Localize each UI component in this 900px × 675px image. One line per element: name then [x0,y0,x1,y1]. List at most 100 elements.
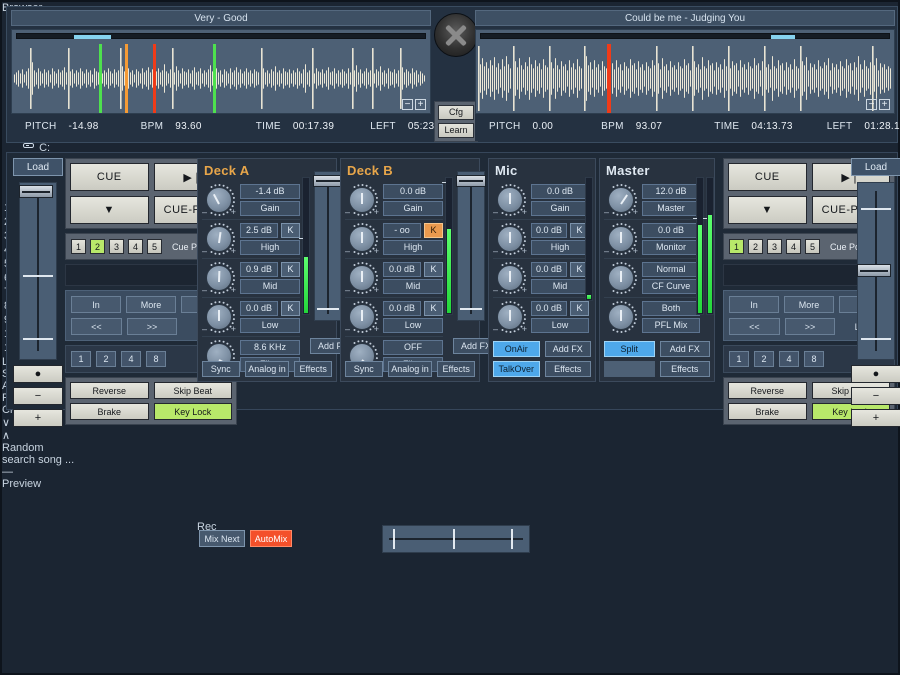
deck-b-cue-button[interactable]: CUE [728,163,807,191]
deck-b-zoom-out-icon[interactable]: − [866,99,877,110]
deck-a-pitch-reset-button[interactable]: ● [13,365,63,383]
deck-b-gain-value[interactable]: 0.0 dB [383,184,443,199]
deck-b-reverse-button[interactable]: Reverse [728,382,807,399]
deck-a-cue-marker-green-1[interactable] [99,44,102,113]
master-monitor-knob[interactable]: – + [604,222,638,256]
master-effects-button[interactable]: Effects [660,361,711,377]
deck-a-load-button[interactable]: Load [13,158,63,176]
deck-a-pitch-handle[interactable] [19,185,53,198]
mic-gain-value[interactable]: 0.0 dB [531,184,589,199]
deck-a-beat-1-button[interactable]: 1 [71,351,91,367]
deck-a-playhead-marker[interactable] [153,44,156,113]
deck-a-zoom-out-icon[interactable]: − [402,99,413,110]
deck-a-pitch-fader[interactable] [19,182,57,360]
deck-b-waveform-scroll-thumb[interactable] [771,35,795,39]
mic-talk-over-button[interactable]: TalkOver [493,361,540,377]
deck-b-zoom-in-icon[interactable]: + [879,99,890,110]
deck-a-filter-value[interactable]: 8.6 KHz [240,340,300,355]
cfg-button[interactable]: Cfg [438,105,474,120]
search-mode-button[interactable]: — [2,466,44,478]
deck-b-brake-button[interactable]: Brake [728,403,807,420]
master-add-fx-button[interactable]: Add FX [660,341,711,357]
deck-a-waveform-display[interactable]: − + [11,29,431,114]
deck-b-filter-value[interactable]: OFF [383,340,443,355]
deck-a-volume-handle[interactable] [313,175,343,187]
crossfader-handle[interactable] [481,524,491,554]
deck-a-high-kill-button[interactable]: K [281,223,300,238]
deck-a-loop-in-button[interactable]: In [71,296,121,313]
deck-a-cue-point-5[interactable]: 5 [147,239,162,254]
deck-b-pitch-minus-button[interactable]: − [851,387,900,405]
mic-low-kill-button[interactable]: K [570,301,589,316]
deck-a-low-knob[interactable]: – + [202,300,236,334]
deck-b-loop-prev-button[interactable]: << [729,318,780,335]
deck-a-loop-prev-button[interactable]: << [71,318,122,335]
deck-b-waveform-display[interactable]: − + [475,29,895,114]
master-pfl-knob[interactable] [604,300,638,334]
deck-a-beat-4-button[interactable]: 4 [121,351,141,367]
deck-a-load-track-button[interactable]: ▼ [70,196,149,224]
search-input[interactable]: search song ... [2,454,898,466]
deck-a-low-kill-button[interactable]: K [281,301,300,316]
deck-a-analog-in-button[interactable]: Analog in [245,361,290,377]
deck-a-brake-button[interactable]: Brake [70,403,149,420]
deck-b-loop-next-button[interactable]: >> [785,318,836,335]
deck-b-low-knob[interactable]: – + [345,300,379,334]
deck-b-mid-knob[interactable]: – + [345,261,379,295]
deck-a-cue-point-1[interactable]: 1 [71,239,86,254]
deck-a-cue-marker-green-2[interactable] [213,44,216,113]
deck-b-analog-in-button[interactable]: Analog in [388,361,433,377]
deck-b-cue-point-3[interactable]: 3 [767,239,782,254]
deck-a-waveform-scrollbar[interactable] [16,33,426,39]
deck-a-cue-point-4[interactable]: 4 [128,239,143,254]
deck-a-pitch-plus-button[interactable]: + [13,409,63,427]
mic-gain-knob[interactable]: – + [493,183,527,217]
deck-b-cue-point-2[interactable]: 2 [748,239,763,254]
deck-a-pitch-minus-button[interactable]: − [13,387,63,405]
master-level-value[interactable]: 12.0 dB [642,184,700,199]
mic-on-air-button[interactable]: OnAir [493,341,540,357]
mic-low-knob[interactable]: – + [493,300,527,334]
mic-add-fx-button[interactable]: Add FX [545,341,592,357]
deck-b-beat-4-button[interactable]: 4 [779,351,799,367]
master-level-knob[interactable]: – + [604,183,638,217]
random-button[interactable]: Random [2,442,46,454]
auto-mix-button[interactable]: AutoMix [250,530,292,547]
deck-a-skip-beat-button[interactable]: Skip Beat [154,382,233,399]
deck-a-sync-button[interactable]: Sync [202,361,240,377]
deck-a-zoom-in-icon[interactable]: + [415,99,426,110]
deck-a-loop-next-button[interactable]: >> [127,318,178,335]
deck-b-cue-point-5[interactable]: 5 [805,239,820,254]
deck-a-gain-knob[interactable]: – + [202,183,236,217]
mic-high-knob[interactable]: – + [493,222,527,256]
deck-a-mid-knob[interactable]: – + [202,261,236,295]
deck-b-cue-point-4[interactable]: 4 [786,239,801,254]
master-cf-curve-value[interactable]: Normal [642,262,700,277]
deck-b-beat-2-button[interactable]: 2 [754,351,774,367]
deck-b-load-track-button[interactable]: ▼ [728,196,807,224]
master-pfl-value[interactable]: Both [642,301,700,316]
deck-b-pitch-plus-button[interactable]: + [851,409,900,427]
deck-a-cue-point-2[interactable]: 2 [90,239,105,254]
deck-a-cue-marker-orange[interactable] [125,44,128,113]
move-up-button[interactable]: ∧ [2,429,22,442]
deck-b-low-kill-button[interactable]: K [424,301,443,316]
deck-b-high-value[interactable]: - oo [383,223,421,238]
mic-high-value[interactable]: 0.0 dB [531,223,567,238]
deck-b-low-value[interactable]: 0.0 dB [383,301,421,316]
deck-a-loop-more-button[interactable]: More [126,296,176,313]
deck-a-beat-2-button[interactable]: 2 [96,351,116,367]
deck-b-load-button[interactable]: Load [851,158,900,176]
deck-b-sync-button[interactable]: Sync [345,361,383,377]
deck-b-high-knob[interactable]: – + [345,222,379,256]
deck-b-beat-1-button[interactable]: 1 [729,351,749,367]
deck-a-waveform-scroll-thumb[interactable] [74,35,111,39]
deck-b-waveform-scrollbar[interactable] [480,33,890,39]
master-split-button[interactable]: Split [604,341,655,357]
mic-mid-knob[interactable]: – + [493,261,527,295]
deck-a-mid-kill-button[interactable]: K [281,262,300,277]
mic-mid-value[interactable]: 0.0 dB [531,262,567,277]
deck-a-high-value[interactable]: 2.5 dB [240,223,278,238]
deck-a-gain-value[interactable]: -1.4 dB [240,184,300,199]
deck-b-high-kill-button[interactable]: K [424,223,443,238]
